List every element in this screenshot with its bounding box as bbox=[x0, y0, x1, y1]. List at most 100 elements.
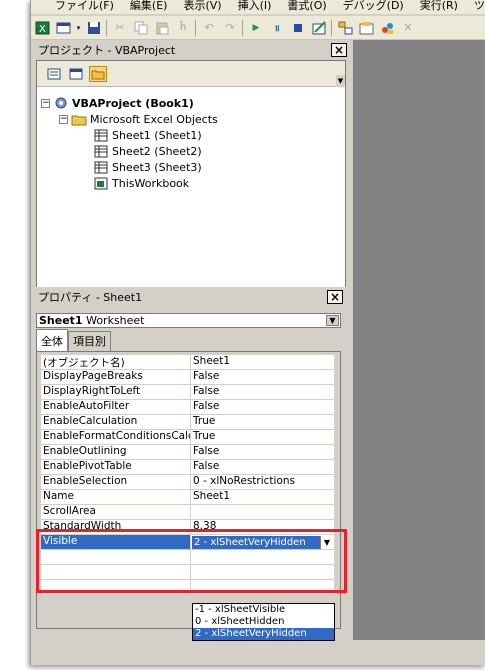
property-row[interactable]: EnableOutlining False bbox=[41, 445, 334, 460]
dropdown-option[interactable]: -1 - xlSheetVisible bbox=[193, 604, 334, 616]
project-explorer: ▼ − VBAProject (Book1) − Microsoft Excel… bbox=[36, 60, 346, 288]
property-name: EnableCalculation bbox=[41, 415, 191, 429]
dropdown-option[interactable]: 2 - xlSheetVeryHidden bbox=[193, 628, 334, 640]
stop-icon[interactable] bbox=[289, 19, 307, 37]
tree-node-sheet3[interactable]: Sheet3 (Sheet3) bbox=[41, 159, 345, 175]
project-explorer-title: プロジェクト - VBAProject bbox=[38, 44, 176, 57]
menu-item[interactable]: 表示(V) bbox=[183, 0, 221, 12]
property-row[interactable]: EnableSelection 0 - xlNoRestrictions bbox=[41, 475, 334, 490]
visible-dropdown-list: -1 - xlSheetVisible 0 - xlSheetHidden 2 - … bbox=[192, 603, 335, 641]
tree-node-label: Sheet3 (Sheet3) bbox=[112, 160, 202, 174]
chevron-down-icon[interactable]: ▼ bbox=[326, 315, 339, 326]
property-name: (オブジェクト名) bbox=[41, 355, 191, 369]
property-value[interactable]: True bbox=[191, 415, 334, 429]
find-icon[interactable]: ĥ bbox=[174, 19, 192, 37]
view-code-icon[interactable] bbox=[45, 66, 63, 82]
property-row[interactable]: ScrollArea bbox=[41, 505, 334, 520]
property-name: EnableOutlining bbox=[41, 445, 191, 459]
properties-close-button[interactable]: × bbox=[327, 290, 343, 304]
object-name: Sheet1 bbox=[39, 314, 83, 327]
tree-node-root[interactable]: − VBAProject (Book1) bbox=[41, 95, 345, 111]
property-value[interactable]: Sheet1 bbox=[191, 490, 334, 504]
tree-node-sheet2[interactable]: Sheet2 (Sheet2) bbox=[41, 143, 345, 159]
copy-icon[interactable] bbox=[132, 19, 150, 37]
svg-text:X: X bbox=[39, 24, 46, 35]
object-browser-icon[interactable] bbox=[378, 19, 396, 37]
property-value[interactable]: True bbox=[191, 430, 334, 444]
tab-alphabetic[interactable]: 全体 bbox=[36, 329, 68, 351]
folder-icon bbox=[71, 112, 87, 126]
insert-module-icon[interactable] bbox=[54, 19, 72, 37]
property-row[interactable]: EnableAutoFilter False bbox=[41, 400, 334, 415]
paste-icon[interactable] bbox=[153, 19, 171, 37]
property-value[interactable]: False bbox=[191, 385, 334, 399]
worksheet-icon bbox=[93, 160, 109, 174]
toolbox-icon[interactable]: ✕ bbox=[399, 19, 417, 37]
property-name: DisplayRightToLeft bbox=[41, 385, 191, 399]
property-row[interactable]: DisplayPageBreaks False bbox=[41, 370, 334, 385]
chevron-down-icon[interactable]: ▾ bbox=[75, 19, 82, 37]
properties-title: プロパティ - Sheet1 bbox=[38, 291, 143, 304]
cut-icon[interactable]: ✂ bbox=[111, 19, 129, 37]
project-explorer-icon[interactable] bbox=[336, 19, 354, 37]
property-row[interactable]: (オブジェクト名) Sheet1 bbox=[41, 355, 334, 370]
property-row[interactable]: EnablePivotTable False bbox=[41, 460, 334, 475]
redo-icon[interactable]: ↷ bbox=[221, 19, 239, 37]
menu-item[interactable]: ツ bbox=[474, 0, 485, 12]
save-icon[interactable] bbox=[85, 19, 103, 37]
property-name: EnableSelection bbox=[41, 475, 191, 489]
property-value[interactable]: False bbox=[191, 400, 334, 414]
property-name: DisplayPageBreaks bbox=[41, 370, 191, 384]
pause-icon[interactable]: ॥ bbox=[268, 19, 286, 37]
property-value[interactable]: False bbox=[191, 460, 334, 474]
project-explorer-toolbar: ▼ bbox=[37, 61, 345, 87]
properties-icon[interactable] bbox=[357, 19, 375, 37]
project-tree: − VBAProject (Book1) − Microsoft Excel O… bbox=[37, 87, 345, 191]
project-explorer-titlebar: プロジェクト - VBAProject × bbox=[36, 40, 350, 60]
menu-item[interactable]: 編集(E) bbox=[130, 0, 168, 12]
workbook-icon bbox=[93, 176, 109, 190]
toolbar-separator bbox=[195, 19, 197, 36]
object-selector[interactable]: Sheet1 Worksheet ▼ bbox=[36, 313, 341, 328]
collapse-icon[interactable]: − bbox=[41, 98, 50, 108]
property-name: Name bbox=[41, 490, 191, 504]
menu-item[interactable]: デバッグ(D) bbox=[343, 0, 404, 12]
design-mode-icon[interactable] bbox=[310, 19, 328, 37]
property-value[interactable]: Sheet1 bbox=[191, 355, 334, 369]
property-value[interactable] bbox=[191, 505, 334, 519]
scroll-down-icon[interactable]: ▼ bbox=[336, 75, 345, 87]
tree-node-thisworkbook[interactable]: ThisWorkbook bbox=[41, 175, 345, 191]
project-explorer-close-button[interactable]: × bbox=[331, 43, 347, 57]
view-object-icon[interactable] bbox=[67, 66, 85, 82]
menu-item[interactable]: ファイル(F) bbox=[55, 0, 114, 12]
tree-node-sheet1[interactable]: Sheet1 (Sheet1) bbox=[41, 127, 345, 143]
dropdown-option[interactable]: 0 - xlSheetHidden bbox=[193, 616, 334, 628]
tab-categorized[interactable]: 項目別 bbox=[68, 331, 111, 351]
property-value[interactable]: 0 - xlNoRestrictions bbox=[191, 475, 334, 489]
toggle-folders-icon[interactable] bbox=[89, 65, 107, 82]
run-icon[interactable]: ▶ bbox=[247, 19, 265, 37]
property-row[interactable]: DisplayRightToLeft False bbox=[41, 385, 334, 400]
property-row[interactable]: Name Sheet1 bbox=[41, 490, 334, 505]
excel-icon[interactable]: X bbox=[33, 19, 51, 37]
properties-titlebar: プロパティ - Sheet1 × bbox=[36, 287, 346, 307]
property-value[interactable]: False bbox=[191, 445, 334, 459]
menu-bar: ファイル(F) 編集(E) 表示(V) 挿入(I) 書式(O) デバッグ(D) 実行(R) ツ bbox=[31, 0, 485, 14]
property-row[interactable]: EnableFormatConditionsCalculationTrue bbox=[41, 430, 334, 445]
code-area bbox=[353, 40, 485, 640]
properties-tabs: 全体 項目別 bbox=[36, 329, 111, 353]
property-row[interactable]: EnableCalculation True bbox=[41, 415, 334, 430]
menu-item[interactable]: 書式(O) bbox=[287, 0, 326, 12]
collapse-icon[interactable]: − bbox=[59, 114, 68, 124]
toolbar-separator bbox=[242, 19, 244, 36]
toolbar-separator bbox=[331, 19, 333, 36]
undo-icon[interactable]: ↶ bbox=[200, 19, 218, 37]
tree-node-folder[interactable]: − Microsoft Excel Objects bbox=[41, 111, 345, 127]
menu-item[interactable]: 挿入(I) bbox=[238, 0, 272, 12]
tree-node-label: ThisWorkbook bbox=[112, 176, 190, 190]
property-name: ScrollArea bbox=[41, 505, 191, 519]
annotation-highlight-box bbox=[36, 529, 347, 593]
menu-item[interactable]: 実行(R) bbox=[420, 0, 458, 12]
property-value[interactable]: False bbox=[191, 370, 334, 384]
tree-node-root-label: VBAProject (Book1) bbox=[72, 96, 194, 110]
